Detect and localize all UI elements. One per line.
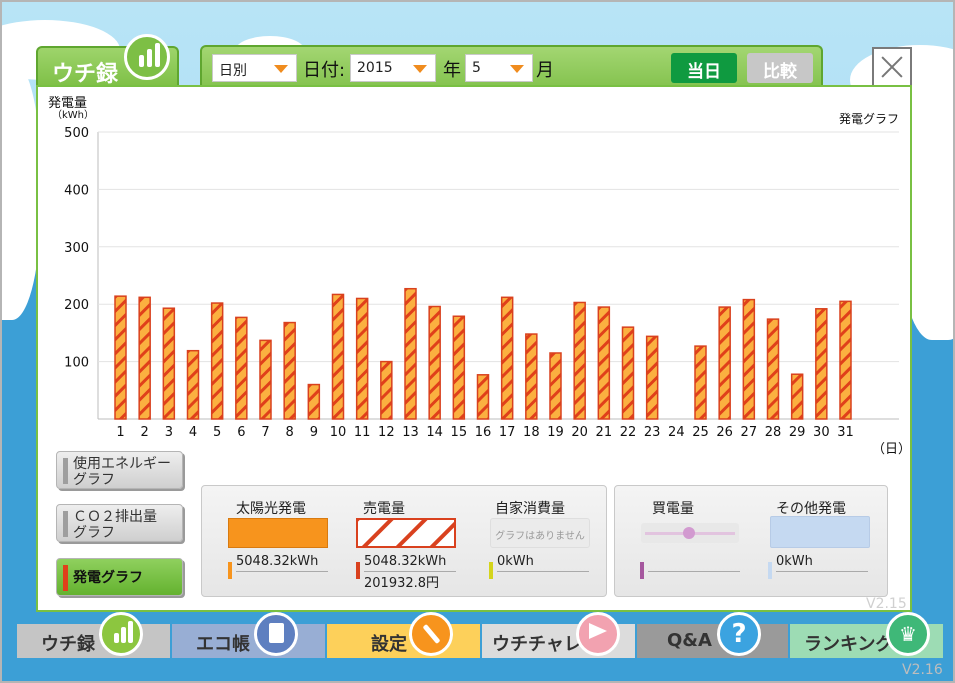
window-frame (0, 0, 955, 683)
app-background: ウチ録 日別 日付: 2015 年 5 月 当日 比較 発電量 （kWh） 発電… (0, 0, 955, 683)
